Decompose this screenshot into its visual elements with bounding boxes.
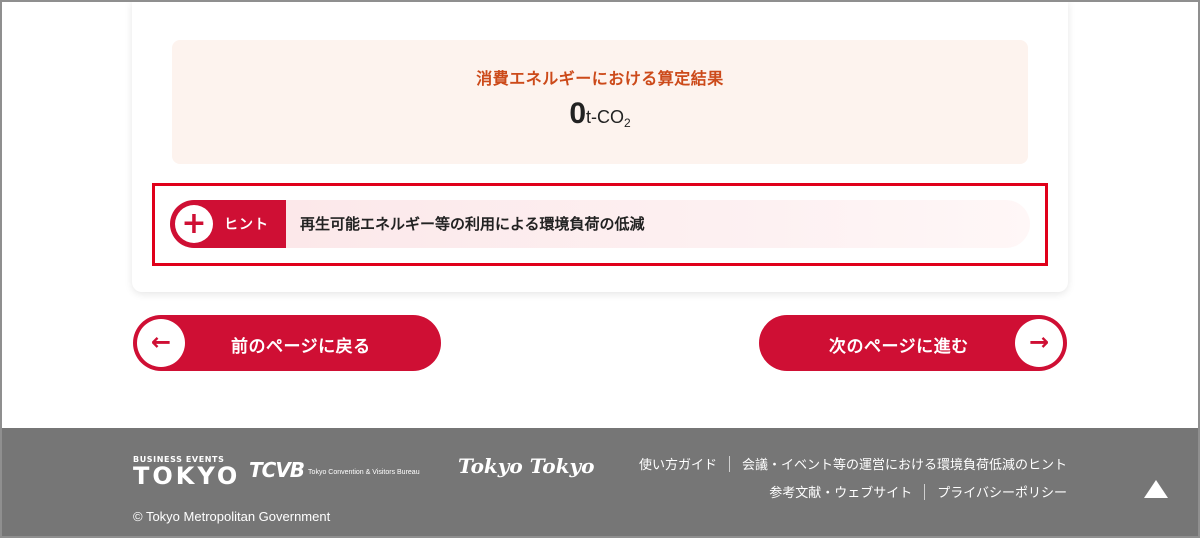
prev-page-label: 前のページに戻る [231,337,371,357]
tcvb-mark: TCVB [249,458,305,482]
footer-link-divider [728,456,730,472]
triangle-up-icon[interactable] [1144,480,1168,498]
tokyo-tokyo-logo[interactable]: Tokyo Tokyo [458,454,594,478]
footer-links: 使い方ガイド 会議・イベント等の運営における環境負荷低減のヒント 参考文献・ウェブ… [639,456,1067,512]
business-events-tokyo-logo[interactable]: BUSINESS EVENTS TOKYO [133,455,240,488]
footer-link-guide[interactable]: 使い方ガイド [639,458,717,473]
arrow-right-icon: → [1015,319,1063,367]
next-page-label: 次のページに進む [829,337,969,357]
footer-link-hints[interactable]: 会議・イベント等の運営における環境負荷低減のヒント [742,458,1067,473]
result-title: 消費エネルギーにおける算定結果 [476,69,724,88]
footer-links-row: 参考文献・ウェブサイト プライバシーポリシー [639,484,1067,512]
prev-page-button[interactable]: ← 前のページに戻る [133,315,441,371]
result-unit: t-CO [586,107,624,127]
highlight-outline [152,183,1048,266]
result-unit-subscript: 2 [624,116,631,130]
footer: BUSINESS EVENTS TOKYO TCVB Tokyo Conventi… [0,428,1200,538]
footer-link-privacy[interactable]: プライバシーポリシー [937,486,1067,501]
tcvb-logo[interactable]: TCVB Tokyo Convention & Visitors Bureau [249,458,420,482]
footer-links-row: 使い方ガイド 会議・イベント等の運営における環境負荷低減のヒント [639,456,1067,484]
copyright: © Tokyo Metropolitan Government [133,509,331,524]
footer-link-divider [924,484,926,500]
arrow-left-icon: ← [137,319,185,367]
result-number: 0 [569,97,586,130]
logo-tokyo-text: TOKYO [133,462,241,490]
result-box: 消費エネルギーにおける算定結果 0t-CO2 [172,40,1028,164]
result-value: 0t-CO2 [172,97,1028,131]
footer-link-references[interactable]: 参考文献・ウェブサイト [769,486,912,501]
tcvb-description: Tokyo Convention & Visitors Bureau [308,469,420,476]
next-page-button[interactable]: 次のページに進む → [759,315,1067,371]
